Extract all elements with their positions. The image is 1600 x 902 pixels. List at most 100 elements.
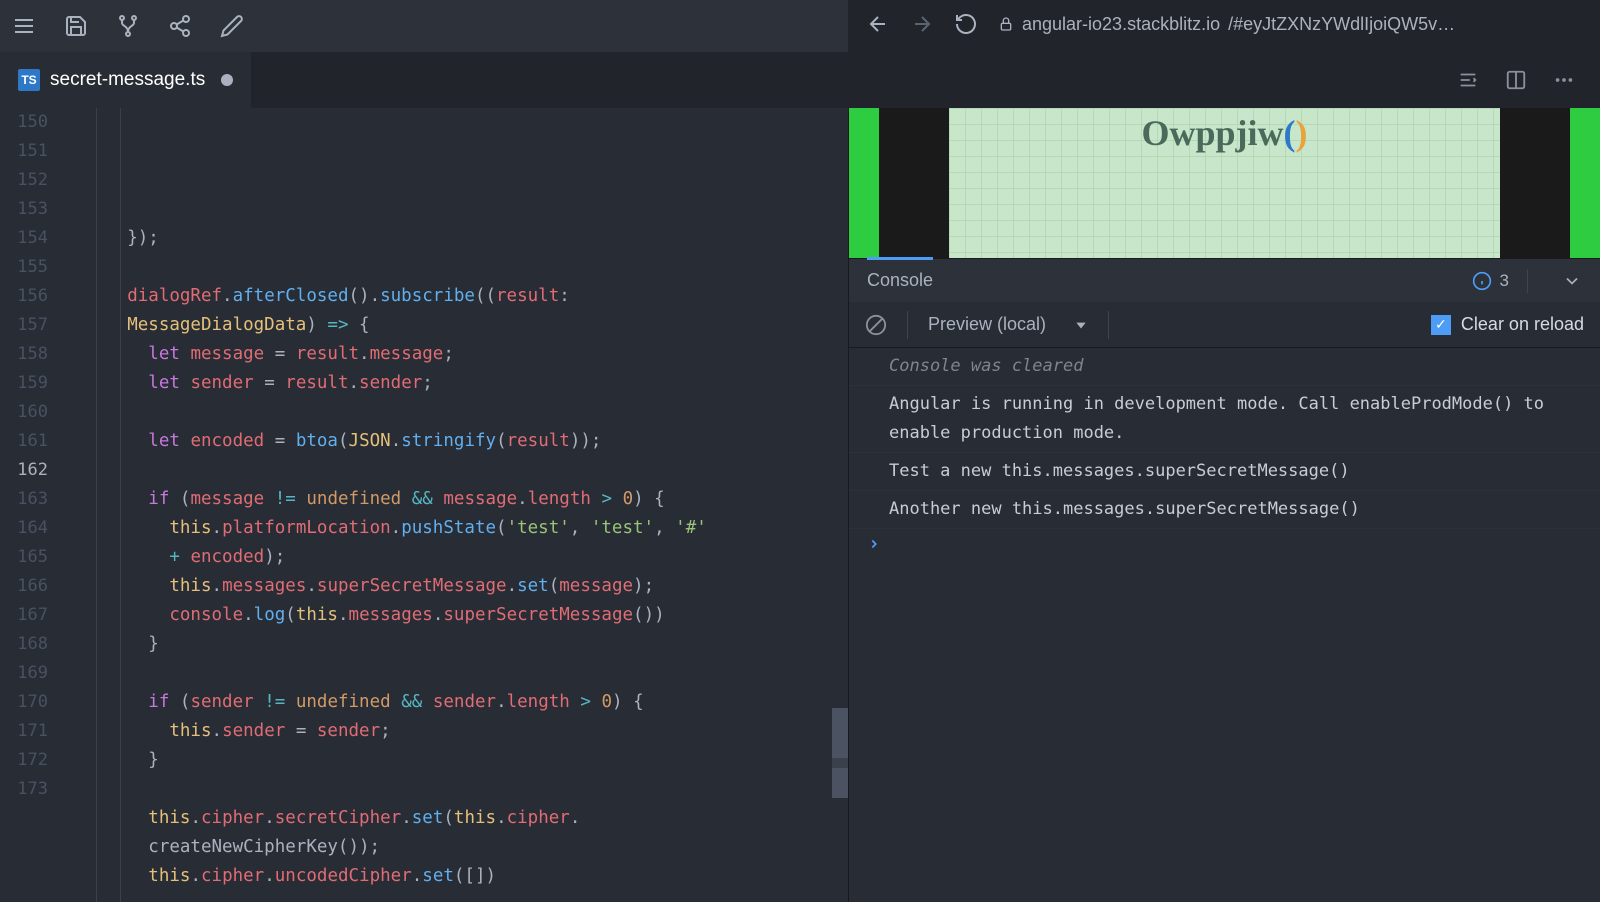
code-line — [64, 253, 848, 282]
line-number: 154 — [0, 224, 64, 253]
line-number: 170 — [0, 688, 64, 717]
code-line: this.cipher.secretCipher.set(this.cipher… — [64, 804, 848, 833]
tab-bar: TS secret-message.ts — [0, 52, 1600, 108]
line-number: 158 — [0, 340, 64, 369]
console-collapse-icon[interactable] — [1562, 271, 1582, 291]
line-number: 171 — [0, 717, 64, 746]
console-tab[interactable]: Console — [867, 257, 933, 301]
line-number: 153 — [0, 195, 64, 224]
code-line: this.messages.superSecretMessage.set(mes… — [64, 572, 848, 601]
line-number: 159 — [0, 369, 64, 398]
menu-icon[interactable] — [12, 14, 36, 38]
editor-pane[interactable]: 1501511521531541551561571581591601611621… — [0, 108, 848, 902]
preview-content: Owppjiw() — [949, 108, 1500, 258]
line-number: 150 — [0, 108, 64, 137]
code-line — [64, 775, 848, 804]
line-gutter: 1501511521531541551561571581591601611621… — [0, 108, 64, 902]
divider — [907, 311, 908, 339]
code-line: createNewCipherKey()); — [64, 833, 848, 862]
code-line: if (sender != undefined && sender.length… — [64, 688, 848, 717]
code-line: let sender = result.sender; — [64, 369, 848, 398]
console-context-dropdown[interactable]: Preview (local) — [928, 314, 1088, 335]
code-line: console.log(this.messages.superSecretMes… — [64, 601, 848, 630]
line-number: 169 — [0, 659, 64, 688]
editor-scrollbar[interactable] — [832, 708, 848, 798]
preview-bg-black-left — [879, 108, 949, 258]
code-line: dialogRef.afterClosed().subscribe((resul… — [64, 282, 848, 311]
line-number: 156 — [0, 282, 64, 311]
console-status: 3 — [1472, 269, 1582, 293]
preview-iframe[interactable]: Owppjiw() — [849, 108, 1600, 258]
code-line: MessageDialogData) => { — [64, 311, 848, 340]
code-line: let encoded = btoa(JSON.stringify(result… — [64, 427, 848, 456]
code-line: } — [64, 630, 848, 659]
main-split: 1501511521531541551561571581591601611621… — [0, 108, 1600, 902]
info-icon — [1472, 271, 1492, 291]
save-icon[interactable] — [64, 14, 88, 38]
code-line: this.sender = sender; — [64, 717, 848, 746]
checkbox-checked-icon[interactable]: ✓ — [1431, 315, 1451, 335]
code-line — [64, 891, 848, 902]
line-number: 152 — [0, 166, 64, 195]
code-line — [64, 398, 848, 427]
fork-icon[interactable] — [116, 14, 140, 38]
console-message: Another new this.messages.superSecretMes… — [849, 491, 1600, 529]
url-host: angular-io23.stackblitz.io — [1022, 14, 1220, 35]
code-line: this.cipher.uncodedCipher.set([]) — [64, 862, 848, 891]
console-count: 3 — [1500, 271, 1509, 291]
nav-back-icon[interactable] — [866, 12, 890, 36]
file-tab[interactable]: TS secret-message.ts — [0, 52, 251, 108]
code-line — [64, 659, 848, 688]
code-line — [64, 456, 848, 485]
reload-icon[interactable] — [954, 12, 978, 36]
more-icon[interactable] — [1552, 68, 1576, 92]
code-line: let message = result.message; — [64, 340, 848, 369]
code-line: }); — [64, 224, 848, 253]
code-line: } — [64, 746, 848, 775]
line-number: 173 — [0, 775, 64, 804]
console-clear-icon[interactable] — [865, 314, 887, 336]
preview-pane: Owppjiw() Console 3 — [848, 108, 1600, 902]
lock-icon — [998, 16, 1014, 32]
console-prompt[interactable] — [849, 529, 1600, 559]
line-number: 166 — [0, 572, 64, 601]
toolbar-left — [12, 14, 244, 38]
line-number: 165 — [0, 543, 64, 572]
preview-url-bar: angular-io23.stackblitz.io/#eyJtZXNzYWdl… — [848, 0, 1600, 52]
code-line: this.platformLocation.pushState('test', … — [64, 514, 848, 543]
line-number: 164 — [0, 514, 64, 543]
code-line: if (message != undefined && message.leng… — [64, 485, 848, 514]
edit-icon[interactable] — [220, 14, 244, 38]
console-toolbar: Preview (local) ✓ Clear on reload — [849, 302, 1600, 348]
line-number: 168 — [0, 630, 64, 659]
line-number: 172 — [0, 746, 64, 775]
line-number: 151 — [0, 137, 64, 166]
preview-bg-right — [1570, 108, 1600, 258]
divider — [1108, 311, 1109, 339]
nav-forward-icon[interactable] — [910, 12, 934, 36]
console-message: Angular is running in development mode. … — [849, 386, 1600, 453]
split-editor-icon[interactable] — [1504, 68, 1528, 92]
share-icon[interactable] — [168, 14, 192, 38]
preview-bg-left — [849, 108, 879, 258]
console-output[interactable]: Console was clearedAngular is running in… — [849, 348, 1600, 902]
console-header: Console 3 — [849, 258, 1600, 302]
preview-bg-black-right — [1500, 108, 1570, 258]
code-area[interactable]: }); dialogRef.afterClosed().subscribe((r… — [64, 108, 848, 902]
file-tab-name: secret-message.ts — [50, 69, 205, 91]
format-icon[interactable] — [1456, 68, 1480, 92]
editor-tab-actions — [1456, 52, 1600, 108]
dirty-indicator-icon — [221, 74, 233, 86]
console-message: Console was cleared — [849, 348, 1600, 386]
line-number: 155 — [0, 253, 64, 282]
line-number: 160 — [0, 398, 64, 427]
preview-title: Owppjiw() — [1141, 112, 1307, 154]
line-number: 162 — [0, 456, 64, 485]
line-number: 167 — [0, 601, 64, 630]
line-number: 157 — [0, 311, 64, 340]
url-input[interactable]: angular-io23.stackblitz.io/#eyJtZXNzYWdl… — [998, 14, 1582, 35]
line-number: 163 — [0, 485, 64, 514]
line-number: 161 — [0, 427, 64, 456]
clear-on-reload-toggle[interactable]: ✓ Clear on reload — [1431, 314, 1584, 335]
typescript-icon: TS — [18, 69, 40, 91]
